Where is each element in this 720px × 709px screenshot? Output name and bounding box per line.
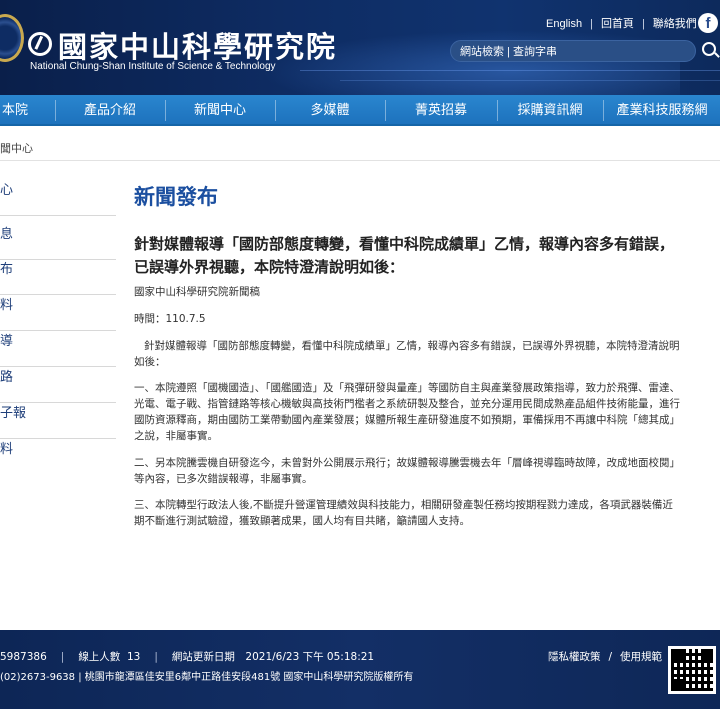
header-line-decoration <box>300 70 720 71</box>
nav-item-industry-services[interactable]: 產業科技服務網 <box>604 95 720 126</box>
sidebar-item[interactable]: 布 <box>0 259 116 295</box>
article-date: 時間：110.7.5 <box>134 313 206 325</box>
search-input[interactable]: 網站檢索 | 查詢字串 <box>450 40 696 62</box>
home-link[interactable]: 回首頁 <box>601 15 634 31</box>
facebook-icon[interactable]: f <box>698 13 718 33</box>
site-logo-title[interactable]: 國家中山科學研究院 <box>58 24 337 66</box>
nav-item-procurement[interactable]: 採購資訊網 <box>498 95 602 126</box>
nav-item-news[interactable]: 新聞中心 <box>166 95 274 126</box>
visitor-count: 5987386 <box>0 651 47 663</box>
footer-address: (02)2673-9638 | 桃園市龍潭區佳安里6鄰中正路佳安段481號 國家… <box>0 672 414 683</box>
sidebar-item[interactable]: 心 <box>0 180 116 216</box>
search-icon[interactable] <box>702 42 716 56</box>
footer-links: 隱私權政策 / 使用規範 <box>548 651 663 663</box>
top-links: English | 回首頁 | 聯絡我們 <box>546 15 697 31</box>
article-paragraph: 針對媒體報導「國防部態度轉變，看懂中科院成績單」乙情，報導內容多有錯誤，已誤導外… <box>134 340 680 368</box>
sidebar-item[interactable]: 料 <box>0 295 116 331</box>
breadcrumb[interactable]: 聞中心 <box>0 140 33 156</box>
site-logo-subtitle: National Chung-Shan Institute of Science… <box>30 61 276 72</box>
logo-mark-icon[interactable] <box>28 32 52 56</box>
update-date: 網站更新日期 2021/6/23 下午 05:18:21 <box>171 651 375 663</box>
article-paragraph: 三、本院轉型行政法人後,不斷提升營運管理績效與科技能力，相關研發產製任務均按期程… <box>134 499 673 527</box>
nav-item-about[interactable]: 本院 <box>0 95 30 126</box>
footer-stats: 5987386 | 線上人數 13 | 網站更新日期 2021/6/23 下午 05:1… <box>0 651 375 663</box>
privacy-link[interactable]: 隱私權政策 <box>548 651 601 663</box>
terms-link[interactable]: 使用規範 <box>620 651 662 663</box>
nav-item-multimedia[interactable]: 多媒體 <box>276 95 384 126</box>
main-nav: 本院 產品介紹 新聞中心 多媒體 菁英招募 採購資訊網 產業科技服務網 <box>0 95 720 126</box>
nav-item-recruit[interactable]: 菁英招募 <box>386 95 496 126</box>
article-title: 針對媒體報導「國防部態度轉變，看懂中科院成績單」乙情，報導內容多有錯誤，已誤導外… <box>134 235 675 276</box>
header-line-decoration <box>340 80 720 81</box>
contact-link[interactable]: 聯絡我們 <box>653 15 697 31</box>
online-count: 13 <box>127 651 141 663</box>
sidebar-item[interactable]: 息 <box>0 224 116 260</box>
article-paragraph: 一、本院遵照「國機國造」、「國艦國造」及「飛彈研發與量產」等國防自主與產業發展政… <box>134 382 680 442</box>
online-label: 線上人數 <box>78 651 121 663</box>
page-title: 新聞發布 <box>134 185 218 209</box>
press-source: 國家中山科學研究院新聞稿 <box>134 286 260 298</box>
sidebar-item[interactable]: 導 <box>0 331 116 367</box>
breadcrumb-divider <box>0 160 720 161</box>
nav-item-products[interactable]: 產品介紹 <box>56 95 164 126</box>
article-paragraph: 二、另本院騰雲機自研發迄今，未曾對外公開展示飛行；故媒體報導騰雲機去年「層峰視導… <box>134 457 680 485</box>
sidebar-item[interactable]: 路 <box>0 367 116 403</box>
sidebar-item[interactable]: 料 <box>0 439 116 475</box>
sidebar-item[interactable]: 子報 <box>0 403 116 439</box>
qr-code-icon[interactable] <box>668 646 716 694</box>
english-link[interactable]: English <box>546 18 582 30</box>
